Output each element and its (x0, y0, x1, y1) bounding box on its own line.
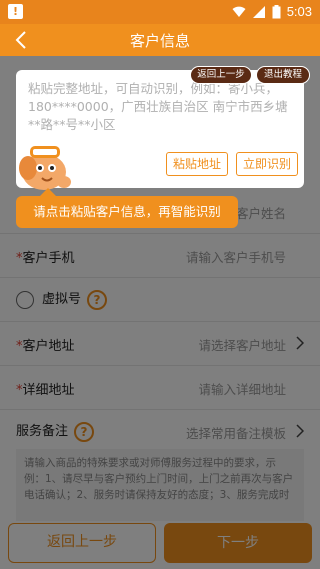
tooltip-arrow (40, 188, 56, 196)
battery-icon (272, 4, 281, 18)
nav-bar: 客户信息 (0, 24, 320, 56)
signal-icon (252, 5, 265, 18)
clock: 5:03 (286, 4, 312, 19)
mascot-icon (19, 146, 71, 190)
page-title: 客户信息 (129, 32, 190, 50)
wifi-icon (232, 6, 246, 17)
recognize-button[interactable]: 立即识别 (236, 152, 298, 176)
tutorial-tooltip: 请点击粘贴客户信息，再智能识别 (16, 196, 238, 228)
paste-address-button[interactable]: 粘贴地址 (166, 152, 228, 176)
tutorial-exit-button[interactable]: 退出教程 (256, 66, 310, 84)
paste-address-textarea[interactable]: 粘贴完整地址，可自动识别，例如：寄小兵，180****0000，广西壮族自治区 … (28, 80, 292, 134)
status-bar: ! 5:03 (0, 0, 320, 24)
tutorial-prev-button[interactable]: 返回上一步 (190, 66, 252, 84)
status-icons: 5:03 (232, 4, 312, 19)
warning-icon: ! (8, 4, 23, 19)
